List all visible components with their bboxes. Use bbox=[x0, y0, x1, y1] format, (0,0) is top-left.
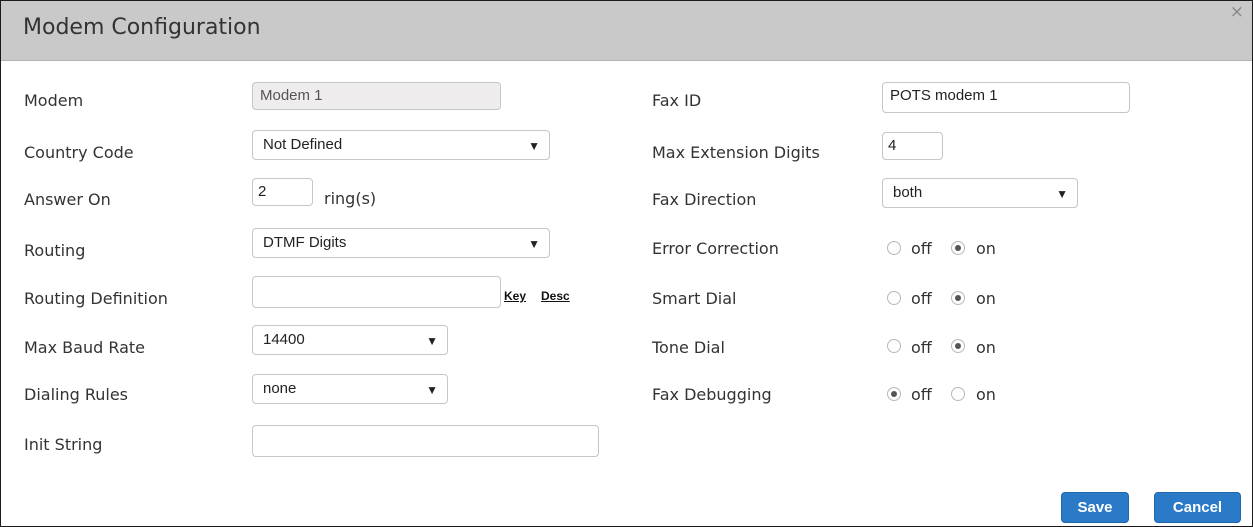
chevron-down-icon: ▼ bbox=[426, 334, 438, 348]
answer-on-input[interactable]: 2 bbox=[252, 178, 313, 206]
fax-direction-label: Fax Direction bbox=[652, 190, 757, 209]
dialog-title: Modem Configuration bbox=[23, 15, 261, 40]
routing-value: DTMF Digits bbox=[263, 234, 347, 251]
country-code-value: Not Defined bbox=[263, 136, 343, 153]
close-icon[interactable]: × bbox=[1230, 2, 1244, 22]
max-extension-digits-input[interactable]: 4 bbox=[882, 132, 943, 160]
error-correction-on-radio[interactable] bbox=[951, 241, 965, 255]
answer-on-unit: ring(s) bbox=[324, 189, 377, 208]
tone-dial-off-label: off bbox=[911, 338, 932, 357]
fax-debugging-off-label: off bbox=[911, 385, 932, 404]
chevron-down-icon: ▼ bbox=[426, 383, 438, 397]
init-string-input[interactable] bbox=[252, 425, 599, 457]
fax-debugging-on-radio[interactable] bbox=[951, 387, 965, 401]
key-link[interactable]: Key bbox=[504, 289, 526, 303]
tone-dial-off-radio[interactable] bbox=[887, 339, 901, 353]
save-button[interactable]: Save bbox=[1061, 492, 1129, 523]
fax-direction-select[interactable]: both ▼ bbox=[882, 178, 1078, 208]
error-correction-on-label: on bbox=[976, 239, 996, 258]
dialog-titlebar[interactable]: Modem Configuration × bbox=[1, 1, 1252, 61]
tone-dial-label: Tone Dial bbox=[652, 338, 725, 357]
smart-dial-on-label: on bbox=[976, 289, 996, 308]
init-string-label: Init String bbox=[24, 435, 103, 454]
smart-dial-off-label: off bbox=[911, 289, 932, 308]
smart-dial-off-radio[interactable] bbox=[887, 291, 901, 305]
modem-field: Modem 1 bbox=[252, 82, 501, 110]
error-correction-off-radio[interactable] bbox=[887, 241, 901, 255]
fax-debugging-label: Fax Debugging bbox=[652, 385, 772, 404]
dialing-rules-select[interactable]: none ▼ bbox=[252, 374, 448, 404]
fax-id-input[interactable]: POTS modem 1 bbox=[882, 82, 1130, 113]
modem-label: Modem bbox=[24, 91, 84, 110]
routing-definition-input[interactable] bbox=[252, 276, 501, 308]
smart-dial-label: Smart Dial bbox=[652, 289, 737, 308]
answer-on-label: Answer On bbox=[24, 190, 111, 209]
fax-id-label: Fax ID bbox=[652, 91, 702, 110]
smart-dial-on-radio[interactable] bbox=[951, 291, 965, 305]
max-baud-rate-value: 14400 bbox=[263, 331, 305, 348]
country-code-label: Country Code bbox=[24, 143, 134, 162]
chevron-down-icon: ▼ bbox=[1056, 187, 1068, 201]
country-code-select[interactable]: Not Defined ▼ bbox=[252, 130, 550, 160]
modem-configuration-dialog: Modem Configuration × Modem Modem 1 Coun… bbox=[0, 0, 1253, 527]
tone-dial-on-radio[interactable] bbox=[951, 339, 965, 353]
routing-label: Routing bbox=[24, 241, 86, 260]
max-extension-digits-label: Max Extension Digits bbox=[652, 143, 820, 162]
fax-debugging-off-radio[interactable] bbox=[887, 387, 901, 401]
max-baud-rate-label: Max Baud Rate bbox=[24, 338, 146, 357]
max-baud-rate-select[interactable]: 14400 ▼ bbox=[252, 325, 448, 355]
fax-direction-value: both bbox=[893, 184, 923, 201]
chevron-down-icon: ▼ bbox=[528, 139, 540, 153]
routing-select[interactable]: DTMF Digits ▼ bbox=[252, 228, 550, 258]
error-correction-off-label: off bbox=[911, 239, 932, 258]
desc-link[interactable]: Desc bbox=[541, 289, 570, 303]
dialing-rules-label: Dialing Rules bbox=[24, 385, 129, 404]
dialing-rules-value: none bbox=[263, 380, 297, 397]
tone-dial-on-label: on bbox=[976, 338, 996, 357]
error-correction-label: Error Correction bbox=[652, 239, 779, 258]
routing-definition-label: Routing Definition bbox=[24, 289, 168, 308]
chevron-down-icon: ▼ bbox=[528, 237, 540, 251]
fax-debugging-on-label: on bbox=[976, 385, 996, 404]
cancel-button[interactable]: Cancel bbox=[1154, 492, 1241, 523]
